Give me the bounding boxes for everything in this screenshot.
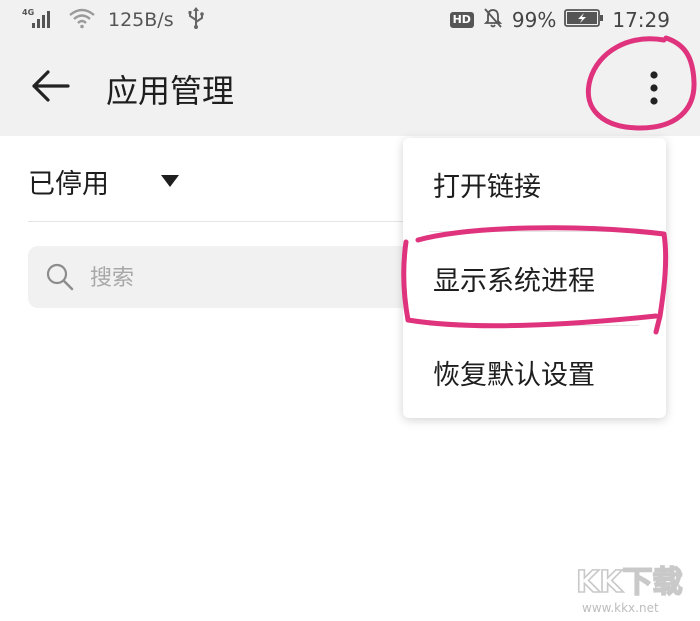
status-left: 4G 125B/s xyxy=(22,0,206,40)
menu-item-show-system-processes[interactable]: 显示系统进程 xyxy=(403,232,666,325)
more-options-button[interactable] xyxy=(630,66,678,114)
network-type-label: 4G xyxy=(22,8,34,17)
watermark-logo-icon: KK下载 www.kkx.net xyxy=(575,564,683,615)
menu-item-label: 打开链接 xyxy=(433,172,541,203)
mute-bell-icon xyxy=(482,7,504,33)
menu-item-label: 恢复默认设置 xyxy=(433,360,595,391)
back-arrow-icon xyxy=(30,68,70,108)
watermark-url: www.kkx.net xyxy=(582,601,659,615)
watermark-logo-text: KK下载 xyxy=(576,565,683,600)
search-icon xyxy=(46,263,74,295)
filter-dropdown[interactable]: 已停用 xyxy=(28,140,408,220)
menu-item-open-link[interactable]: 打开链接 xyxy=(403,138,666,231)
menu-item-label: 显示系统进程 xyxy=(433,266,595,297)
signal-icon: 4G xyxy=(22,6,56,34)
net-speed: 125B/s xyxy=(108,9,174,31)
watermark: KK下载 www.kkx.net xyxy=(560,560,700,617)
app-bar: 应用管理 xyxy=(0,40,700,136)
filter-selected-label: 已停用 xyxy=(28,169,109,200)
divider xyxy=(28,221,408,222)
battery-charging-icon xyxy=(564,8,604,32)
hd-badge: HD xyxy=(449,12,474,28)
back-button[interactable] xyxy=(24,62,76,114)
menu-item-restore-defaults[interactable]: 恢复默认设置 xyxy=(403,326,666,419)
status-right: HD 99% 17:29 xyxy=(449,0,670,40)
status-bar: 4G 125B/s HD 99% 17:29 xyxy=(0,0,700,40)
caret-down-icon xyxy=(160,173,180,192)
usb-icon xyxy=(186,6,206,34)
clock: 17:29 xyxy=(612,8,670,32)
battery-percent: 99% xyxy=(511,8,557,32)
search-box[interactable] xyxy=(28,246,428,308)
more-vertical-icon xyxy=(648,68,660,112)
page-title: 应用管理 xyxy=(106,72,235,110)
overflow-menu: 打开链接 显示系统进程 恢复默认设置 xyxy=(403,138,666,418)
wifi-icon xyxy=(68,7,96,33)
search-input[interactable] xyxy=(88,258,412,298)
